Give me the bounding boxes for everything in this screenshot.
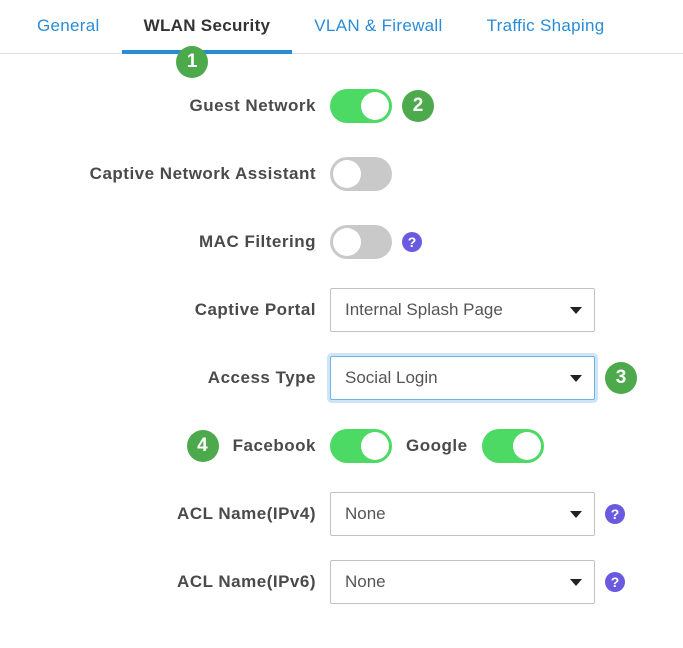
row-social-providers: 4 Facebook Google bbox=[20, 424, 663, 468]
select-acl-ipv4-value: None bbox=[345, 504, 386, 524]
label-captive-assistant: Captive Network Assistant bbox=[20, 164, 330, 184]
toggle-captive-assistant[interactable] bbox=[330, 157, 392, 191]
row-captive-assistant: Captive Network Assistant bbox=[20, 152, 663, 196]
toggle-google[interactable] bbox=[482, 429, 544, 463]
tab-bar: General WLAN Security VLAN & Firewall Tr… bbox=[0, 0, 683, 54]
callout-marker-1: 1 bbox=[176, 46, 208, 78]
chevron-down-icon bbox=[570, 375, 582, 382]
chevron-down-icon bbox=[570, 511, 582, 518]
select-acl-ipv6[interactable]: None bbox=[330, 560, 595, 604]
label-facebook: Facebook bbox=[233, 436, 316, 456]
row-access-type: Access Type Social Login 3 bbox=[20, 356, 663, 400]
row-acl-ipv4: ACL Name(IPv4) None ? bbox=[20, 492, 663, 536]
select-access-type[interactable]: Social Login bbox=[330, 356, 595, 400]
label-captive-portal: Captive Portal bbox=[20, 300, 330, 320]
label-guest-network: Guest Network bbox=[20, 96, 330, 116]
select-captive-portal[interactable]: Internal Splash Page bbox=[330, 288, 595, 332]
select-acl-ipv4[interactable]: None bbox=[330, 492, 595, 536]
select-access-type-value: Social Login bbox=[345, 368, 438, 388]
row-acl-ipv6: ACL Name(IPv6) None ? bbox=[20, 560, 663, 604]
tab-vlan-firewall[interactable]: VLAN & Firewall bbox=[292, 0, 464, 53]
row-mac-filtering: MAC Filtering ? bbox=[20, 220, 663, 264]
toggle-mac-filtering[interactable] bbox=[330, 225, 392, 259]
help-icon[interactable]: ? bbox=[605, 572, 625, 592]
tab-general[interactable]: General bbox=[15, 0, 122, 53]
chevron-down-icon bbox=[570, 307, 582, 314]
callout-marker-3: 3 bbox=[605, 362, 637, 394]
tab-traffic-shaping[interactable]: Traffic Shaping bbox=[465, 0, 627, 53]
label-acl-ipv6: ACL Name(IPv6) bbox=[20, 572, 330, 592]
label-google: Google bbox=[406, 436, 468, 456]
toggle-facebook[interactable] bbox=[330, 429, 392, 463]
label-mac-filtering: MAC Filtering bbox=[20, 232, 330, 252]
callout-marker-4: 4 bbox=[187, 430, 219, 462]
toggle-guest-network[interactable] bbox=[330, 89, 392, 123]
form-area: Guest Network 2 Captive Network Assistan… bbox=[0, 54, 683, 648]
tab-wlan-security[interactable]: WLAN Security bbox=[122, 0, 293, 54]
chevron-down-icon bbox=[570, 579, 582, 586]
row-guest-network: Guest Network 2 bbox=[20, 84, 663, 128]
help-icon[interactable]: ? bbox=[402, 232, 422, 252]
row-captive-portal: Captive Portal Internal Splash Page bbox=[20, 288, 663, 332]
callout-marker-2: 2 bbox=[402, 90, 434, 122]
label-acl-ipv4: ACL Name(IPv4) bbox=[20, 504, 330, 524]
select-captive-portal-value: Internal Splash Page bbox=[345, 300, 503, 320]
label-access-type: Access Type bbox=[20, 368, 330, 388]
select-acl-ipv6-value: None bbox=[345, 572, 386, 592]
help-icon[interactable]: ? bbox=[605, 504, 625, 524]
